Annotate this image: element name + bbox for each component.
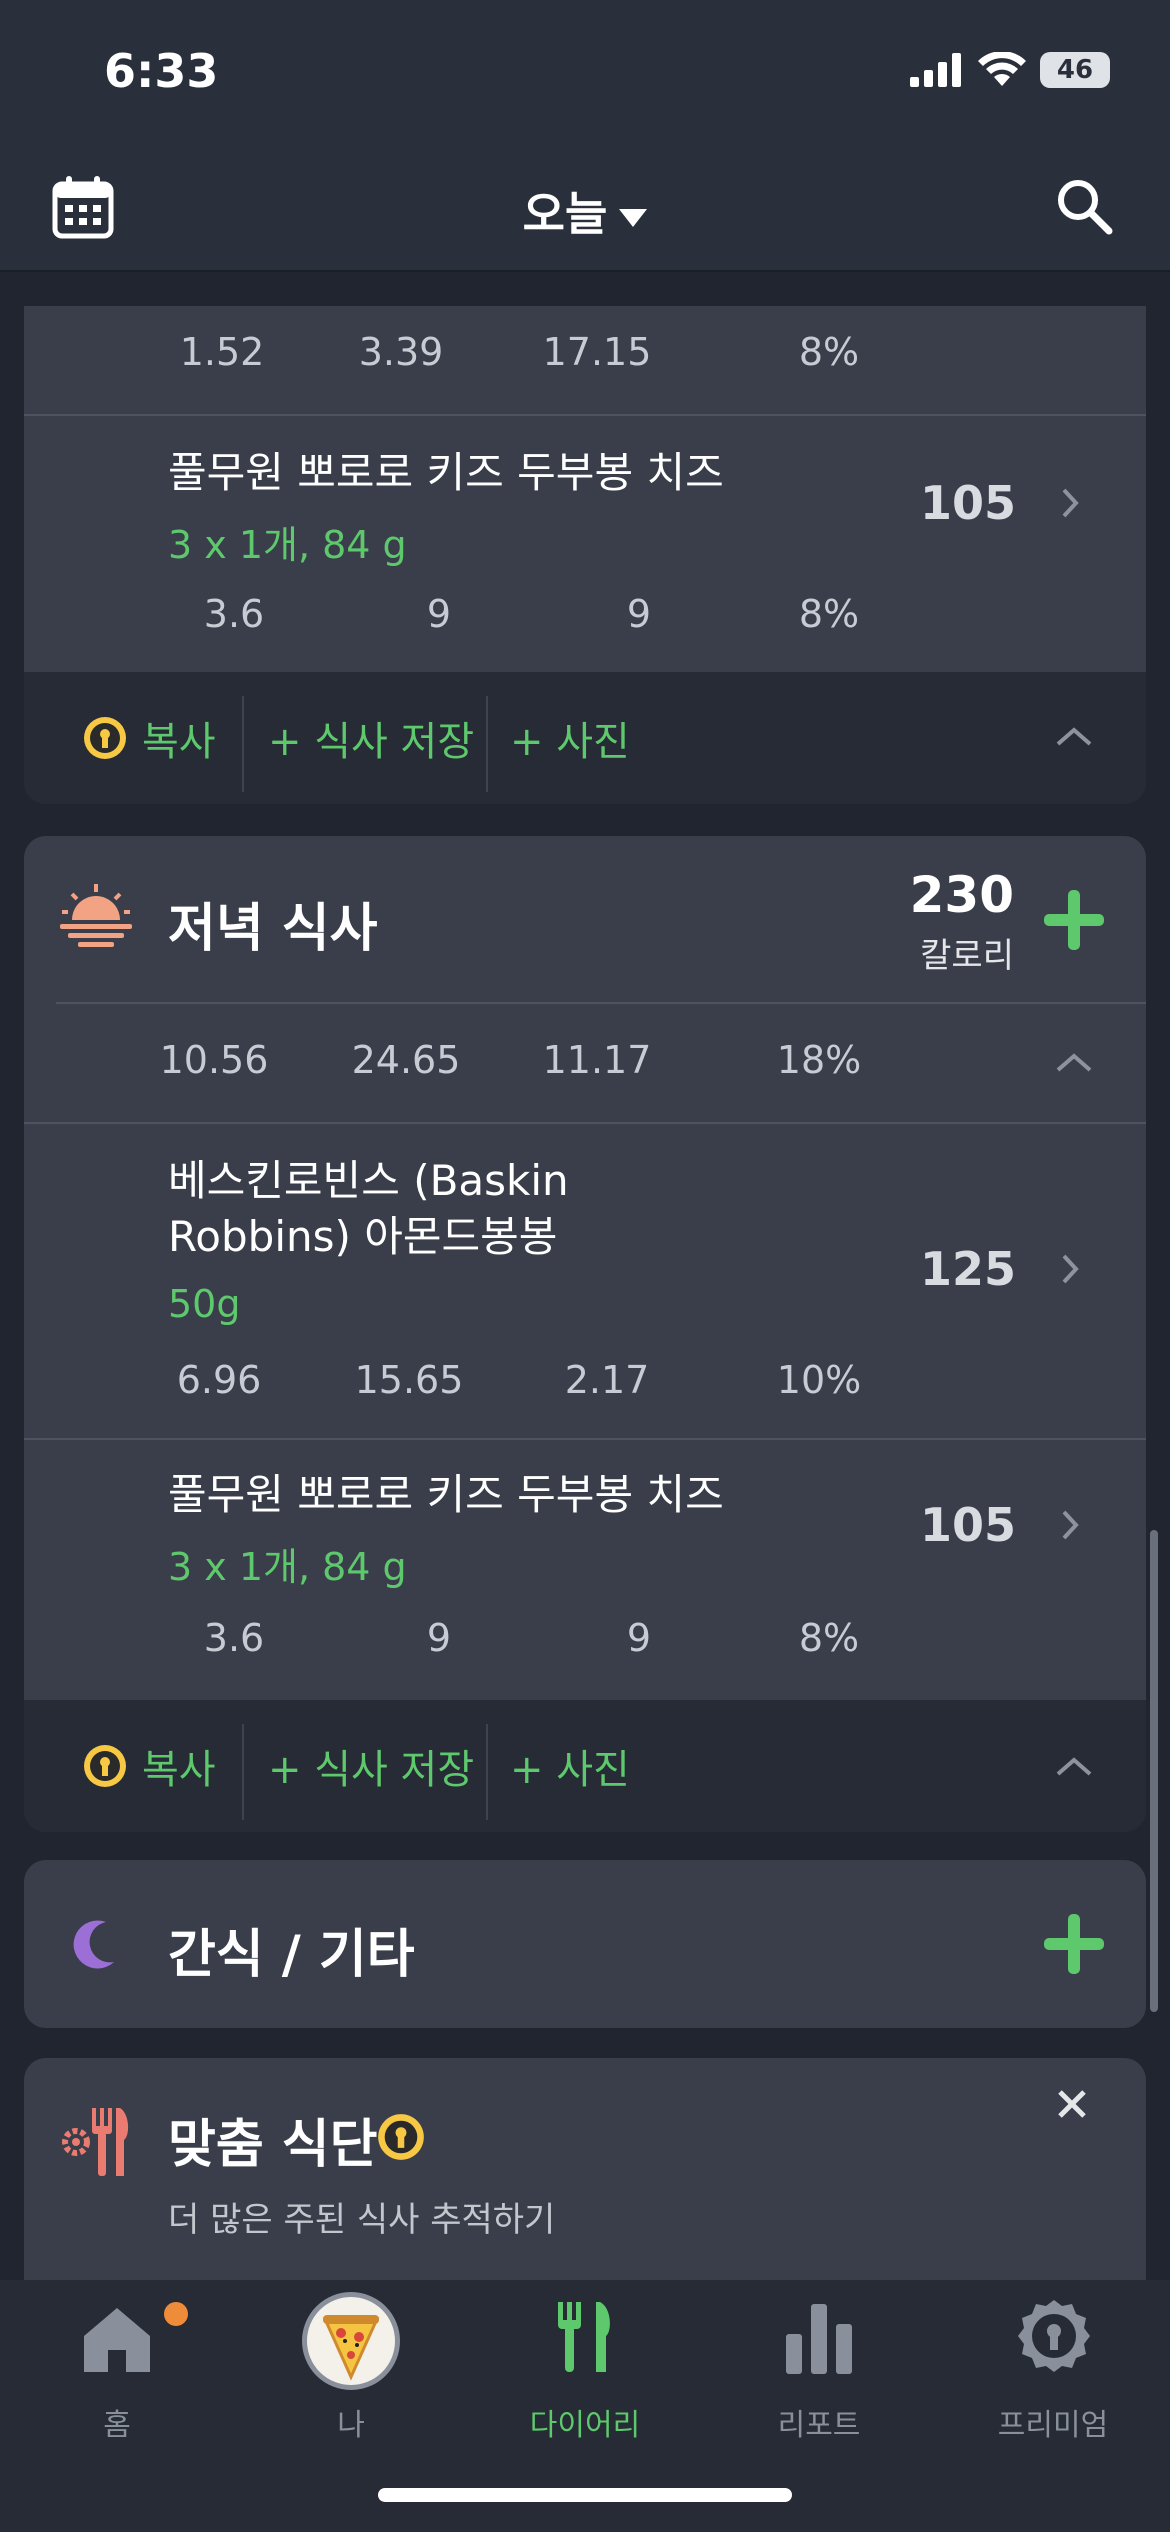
summary-percent: 18% <box>776 1038 862 1082</box>
divider <box>24 414 1146 416</box>
premium-lock-icon <box>378 2114 424 2160</box>
divider <box>486 1724 488 1820</box>
food-carbs: 3.6 <box>203 1616 265 1660</box>
summary-carbs: 1.52 <box>179 330 265 374</box>
cellular-signal-icon <box>910 53 961 87</box>
home-indicator <box>378 2488 792 2502</box>
premium-badge-icon <box>1018 2300 1090 2372</box>
tab-label: 프리미엄 <box>997 2408 1109 2443</box>
copy-button[interactable]: 복사 <box>82 1700 216 1832</box>
food-percent: 8% <box>798 592 860 636</box>
food-calories: 105 <box>919 1498 1016 1552</box>
tab-label: 홈 <box>103 2408 131 2443</box>
divider <box>24 1122 1146 1124</box>
summary-protein: 24.65 <box>351 1038 461 1082</box>
chevron-up-icon[interactable] <box>1054 1754 1094 1778</box>
food-amount: 3 x 1개, 84 g <box>168 1545 407 1589</box>
caret-down-icon <box>619 208 648 227</box>
notification-dot <box>164 2302 188 2326</box>
divider <box>486 696 488 792</box>
sunset-icon <box>60 884 132 947</box>
home-icon <box>84 2308 150 2372</box>
copy-button[interactable]: 복사 <box>82 672 216 804</box>
meal-title: 간식 / 기타 <box>168 1925 415 1985</box>
chevron-right-icon <box>1062 1254 1079 1284</box>
food-percent: 10% <box>776 1358 862 1402</box>
avatar <box>302 2292 400 2390</box>
divider <box>24 1438 1146 1440</box>
meal-card-dinner: 저녁 식사 230 칼로리 10.56 24.65 11.17 18% 베스킨로… <box>24 836 1146 1832</box>
food-name-line2: Robbins) 아몬드봉봉 <box>168 1212 558 1261</box>
food-carbs: 3.6 <box>203 592 265 636</box>
meal-calories-unit: 칼로리 <box>920 936 1014 976</box>
meal-card-snack: 간식 / 기타 <box>24 1860 1146 2028</box>
chevron-up-icon[interactable] <box>1054 1050 1094 1074</box>
food-amount: 50g <box>168 1282 241 1326</box>
food-protein: 15.65 <box>354 1358 464 1402</box>
meal-calories: 230 <box>909 866 1014 924</box>
save-meal-button[interactable]: + 식사 저장 <box>268 1700 474 1832</box>
add-photo-button[interactable]: + 사진 <box>510 672 630 804</box>
add-food-icon[interactable] <box>1042 1912 1106 1976</box>
scrollbar[interactable] <box>1150 1530 1158 2012</box>
fork-knife-icon <box>558 2302 610 2372</box>
food-fat: 2.17 <box>564 1358 650 1402</box>
tab-label: 리포트 <box>777 2408 861 2443</box>
custom-plan-title: 맞춤 식단 <box>168 2115 378 2175</box>
search-icon[interactable] <box>1054 176 1114 240</box>
status-icons: 46 <box>910 52 1110 88</box>
summary-fat: 11.17 <box>542 1038 652 1082</box>
chevron-up-icon[interactable] <box>1054 724 1094 748</box>
meal-footer: 복사 + 식사 저장 + 사진 <box>24 1700 1146 1832</box>
status-time: 6:33 <box>104 44 219 98</box>
copy-label: 복사 <box>142 1747 216 1793</box>
food-carbs: 6.96 <box>176 1358 262 1402</box>
summary-fat: 17.15 <box>542 330 652 374</box>
food-amount: 3 x 1개, 84 g <box>168 523 407 567</box>
custom-plan-card[interactable]: 맞춤 식단 더 많은 주된 식사 추적하기 <box>24 2058 1146 2280</box>
food-name: 풀무원 뽀로로 키즈 두부봉 치즈 <box>168 448 724 497</box>
close-icon[interactable] <box>1056 2088 1088 2120</box>
summary-protein: 3.39 <box>358 330 444 374</box>
food-name: 풀무원 뽀로로 키즈 두부봉 치즈 <box>168 1470 724 1519</box>
fork-knife-gear-icon <box>62 2108 129 2176</box>
food-name-line1: 베스킨로빈스 (Baskin <box>168 1156 569 1205</box>
date-label: 오늘 <box>522 187 608 241</box>
custom-plan-subtitle: 더 많은 주된 식사 추적하기 <box>168 2200 556 2240</box>
chevron-right-icon <box>1062 488 1079 518</box>
food-calories: 125 <box>919 1242 1016 1296</box>
tab-label: 다이어리 <box>529 2408 641 2443</box>
food-protein: 9 <box>426 592 452 636</box>
copy-label: 복사 <box>142 719 216 765</box>
premium-lock-icon <box>84 1745 126 1787</box>
pizza-avatar-icon <box>322 2315 380 2381</box>
summary-carbs: 10.56 <box>159 1038 269 1082</box>
date-selector[interactable]: 오늘 <box>0 178 1170 244</box>
add-food-icon[interactable] <box>1042 888 1106 952</box>
tab-label: 나 <box>337 2408 365 2443</box>
moon-icon <box>73 1920 114 1969</box>
save-meal-button[interactable]: + 식사 저장 <box>268 672 474 804</box>
wifi-icon <box>978 52 1026 86</box>
meal-footer: 복사 + 식사 저장 + 사진 <box>24 672 1146 804</box>
top-bar: 6:33 46 오늘 <box>0 0 1170 272</box>
battery-indicator: 46 <box>1040 52 1110 88</box>
chevron-right-icon <box>1062 1510 1079 1540</box>
divider <box>242 1724 244 1820</box>
food-fat: 9 <box>626 1616 652 1660</box>
divider <box>242 696 244 792</box>
food-fat: 9 <box>626 592 652 636</box>
bar-chart-icon <box>786 2304 852 2374</box>
add-photo-button[interactable]: + 사진 <box>510 1700 630 1832</box>
meal-card-previous: 1.52 3.39 17.15 8% 풀무원 뽀로로 키즈 두부봉 치즈 3 x… <box>24 306 1146 804</box>
divider <box>56 1002 1146 1004</box>
food-protein: 9 <box>426 1616 452 1660</box>
food-percent: 8% <box>798 1616 860 1660</box>
summary-percent: 8% <box>798 330 860 374</box>
food-calories: 105 <box>919 476 1016 530</box>
premium-lock-icon <box>84 717 126 759</box>
meal-title: 저녁 식사 <box>168 899 378 959</box>
